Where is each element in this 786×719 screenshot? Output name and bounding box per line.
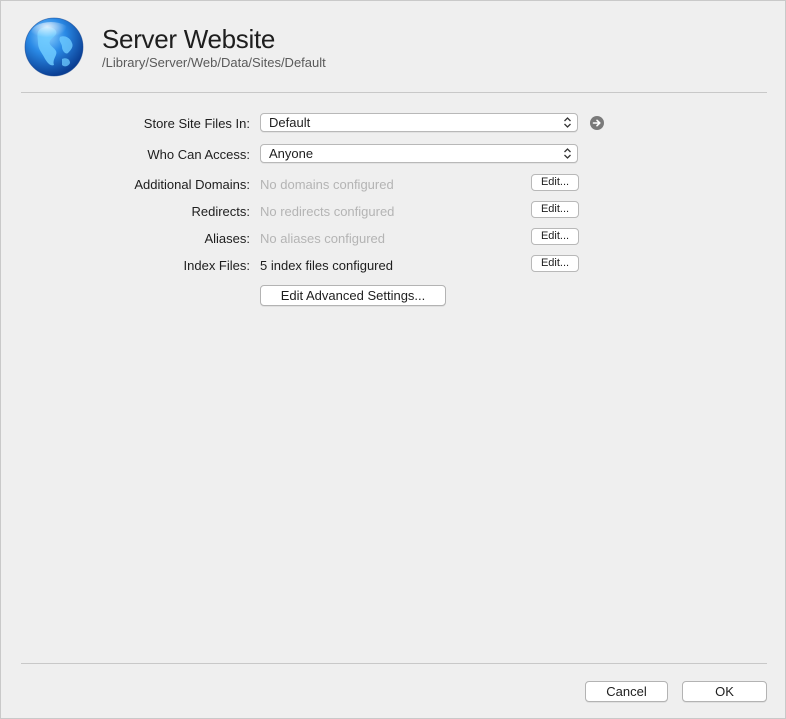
edit-redirects-button[interactable]: Edit... xyxy=(531,201,579,218)
index-files-value: 5 index files configured xyxy=(260,258,393,273)
store-files-popup[interactable]: Default xyxy=(260,113,578,132)
edit-domains-button[interactable]: Edit... xyxy=(531,174,579,191)
page-title: Server Website xyxy=(102,24,276,54)
aliases-label: Aliases: xyxy=(204,231,250,246)
site-path: /Library/Server/Web/Data/Sites/Default xyxy=(102,55,326,70)
who-can-access-label: Who Can Access: xyxy=(147,147,250,162)
aliases-value: No aliases configured xyxy=(260,231,386,246)
store-files-label: Store Site Files In: xyxy=(143,116,250,131)
redirects-value: No redirects configured xyxy=(260,204,395,219)
edit-index-files-button[interactable]: Edit... xyxy=(531,255,579,272)
index-files-label: Index Files: xyxy=(183,258,250,273)
ok-button[interactable]: OK xyxy=(682,681,767,702)
who-can-access-value: Anyone xyxy=(269,146,314,161)
globe-icon xyxy=(24,17,84,77)
chevron-updown-icon xyxy=(564,148,571,159)
edit-advanced-settings-button[interactable]: Edit Advanced Settings... xyxy=(260,285,446,306)
header-divider xyxy=(21,92,767,93)
server-website-sheet: Server Website /Library/Server/Web/Data/… xyxy=(0,0,786,719)
who-can-access-popup[interactable]: Anyone xyxy=(260,144,578,163)
cancel-button[interactable]: Cancel xyxy=(585,681,668,702)
edit-aliases-button[interactable]: Edit... xyxy=(531,228,579,245)
redirects-label: Redirects: xyxy=(191,204,250,219)
chevron-updown-icon xyxy=(564,117,571,128)
store-files-value: Default xyxy=(269,115,311,130)
additional-domains-value: No domains configured xyxy=(260,177,394,192)
footer-divider xyxy=(21,663,767,664)
reveal-arrow-icon[interactable] xyxy=(590,116,604,130)
additional-domains-label: Additional Domains: xyxy=(134,177,250,192)
